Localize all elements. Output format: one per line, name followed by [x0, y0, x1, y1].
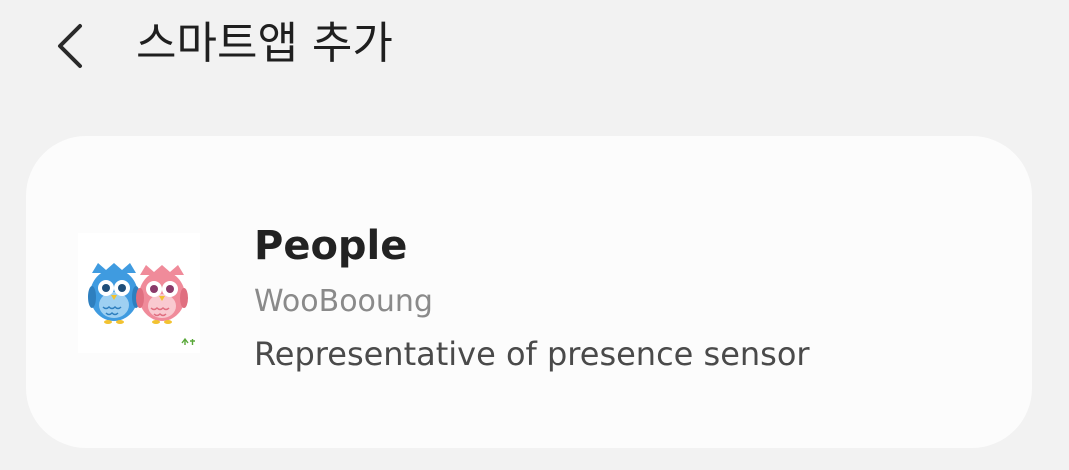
chevron-left-icon [58, 24, 82, 68]
app-description: Representative of presence sensor [254, 335, 810, 373]
page-title: 스마트앱 추가 [136, 18, 393, 69]
back-button[interactable] [40, 14, 104, 78]
smartapp-card[interactable]: People WooBooung Representative of prese… [26, 136, 1032, 448]
app-name: People [254, 223, 408, 269]
app-developer: WooBooung [254, 284, 433, 319]
app-icon [78, 233, 200, 353]
app-bar: 스마트앱 추가 [0, 0, 1069, 100]
owls-app-icon [88, 263, 195, 345]
